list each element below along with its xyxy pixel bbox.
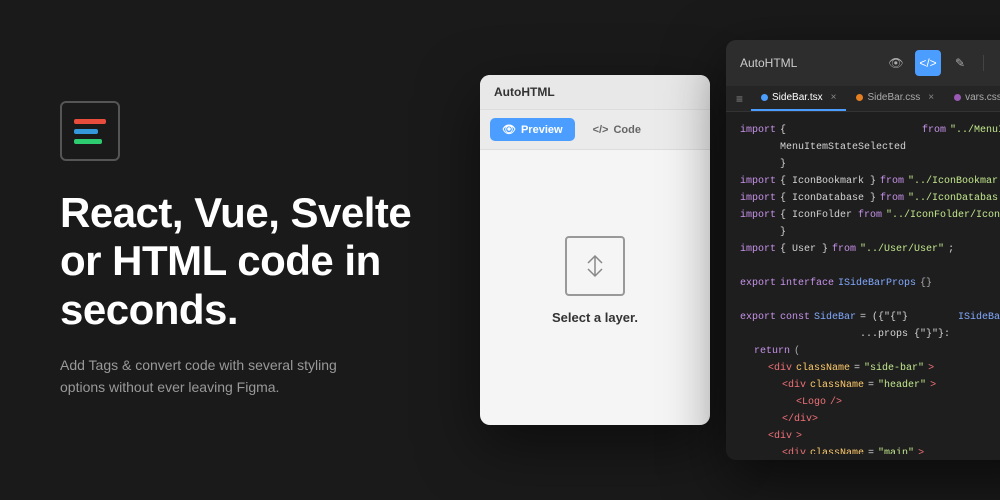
- preview-tabs: 👁 Preview </> Code: [480, 110, 710, 150]
- tab-label-tsx: SideBar.tsx: [772, 92, 823, 103]
- tab-label-css: SideBar.css: [867, 92, 920, 103]
- edit-toolbar-icon[interactable]: ✎: [947, 50, 973, 76]
- code-line-4: import { IconFolder } from "../IconFolde…: [740, 207, 1000, 241]
- headline: React, Vue, Svelte or HTML code in secon…: [60, 189, 420, 334]
- preview-title: AutoHTML: [494, 85, 555, 99]
- tab-preview[interactable]: 👁 Preview: [490, 118, 575, 141]
- code-tabs-bar: ≡ SideBar.tsx × SideBar.css × vars.css ×: [726, 86, 1000, 112]
- code-line-13: <div>: [740, 428, 1000, 445]
- code-line-5: import { User } from "../User/User";: [740, 241, 1000, 258]
- logo-line-blue: [74, 129, 98, 134]
- code-line-7: export const SideBar = ({"{"} ...props {…: [740, 309, 1000, 343]
- layer-select-icon: [565, 236, 625, 296]
- code-line-2: import { IconBookmark } from "../IconBoo…: [740, 173, 1000, 190]
- code-line-blank2: [740, 292, 1000, 309]
- code-line-6: export interface ISideBarProps {}: [740, 275, 1000, 292]
- code-window: AutoHTML 👁 </> ✎ ? ⚙ ≡ SideBar.tsx × Sid…: [726, 40, 1000, 460]
- preview-window: AutoHTML 👁 Preview </> Code Select a lay…: [480, 75, 710, 425]
- code-line-3: import { IconDatabase } from "../IconDat…: [740, 190, 1000, 207]
- code-tab-sidebar-css[interactable]: SideBar.css ×: [846, 86, 944, 111]
- code-body: Copy import { MenuItemStateSelected } fr…: [726, 112, 1000, 454]
- code-tab-sidebar-tsx[interactable]: SideBar.tsx ×: [751, 86, 846, 111]
- logo-line-red: [74, 119, 106, 124]
- logo-icon: [60, 101, 120, 161]
- code-line-14: <div className="main">: [740, 445, 1000, 454]
- code-line-12: </div>: [740, 411, 1000, 428]
- code-line-1: import { MenuItemStateSelected } from ".…: [740, 122, 1000, 173]
- divider: [983, 55, 984, 71]
- code-line-9: <div className="side-bar">: [740, 360, 1000, 377]
- code-tab-vars-css[interactable]: vars.css ×: [944, 86, 1000, 111]
- code-line-8: return (: [740, 343, 1000, 360]
- logo-line-green: [74, 139, 102, 144]
- help-toolbar-icon[interactable]: ?: [994, 50, 1000, 76]
- tab-dot-tsx: [761, 94, 768, 101]
- logo-lines: [74, 119, 106, 144]
- select-layer-text: Select a layer.: [552, 310, 638, 325]
- code-icon: </>: [593, 124, 609, 136]
- tab-code[interactable]: </> Code: [581, 118, 653, 141]
- preview-header: AutoHTML: [480, 75, 710, 110]
- tab-dot-css: [856, 94, 863, 101]
- eye-icon: 👁: [502, 123, 516, 136]
- subtext: Add Tags & convert code with several sty…: [60, 354, 370, 399]
- eye-toolbar-icon[interactable]: 👁: [883, 50, 909, 76]
- code-window-header: AutoHTML 👁 </> ✎ ? ⚙: [726, 40, 1000, 86]
- code-toolbar-icon[interactable]: </>: [915, 50, 941, 76]
- code-line-11: <Logo />: [740, 394, 1000, 411]
- left-panel: React, Vue, Svelte or HTML code in secon…: [0, 41, 480, 459]
- tab-preview-label: Preview: [521, 124, 563, 136]
- preview-body: Select a layer.: [480, 150, 710, 410]
- code-toolbar: 👁 </> ✎ ? ⚙: [883, 50, 1000, 76]
- right-panel: AutoHTML 👁 Preview </> Code Select a lay…: [480, 0, 1000, 500]
- tab-dot-vars: [954, 94, 961, 101]
- code-window-title: AutoHTML: [740, 56, 797, 70]
- code-line-10: <div className="header">: [740, 377, 1000, 394]
- tab-close-css[interactable]: ×: [928, 92, 934, 103]
- menu-icon: ≡: [736, 92, 743, 106]
- tab-code-label: Code: [613, 124, 641, 136]
- tab-close-tsx[interactable]: ×: [831, 92, 837, 103]
- code-line-blank1: [740, 258, 1000, 275]
- tab-label-vars: vars.css: [965, 92, 1000, 103]
